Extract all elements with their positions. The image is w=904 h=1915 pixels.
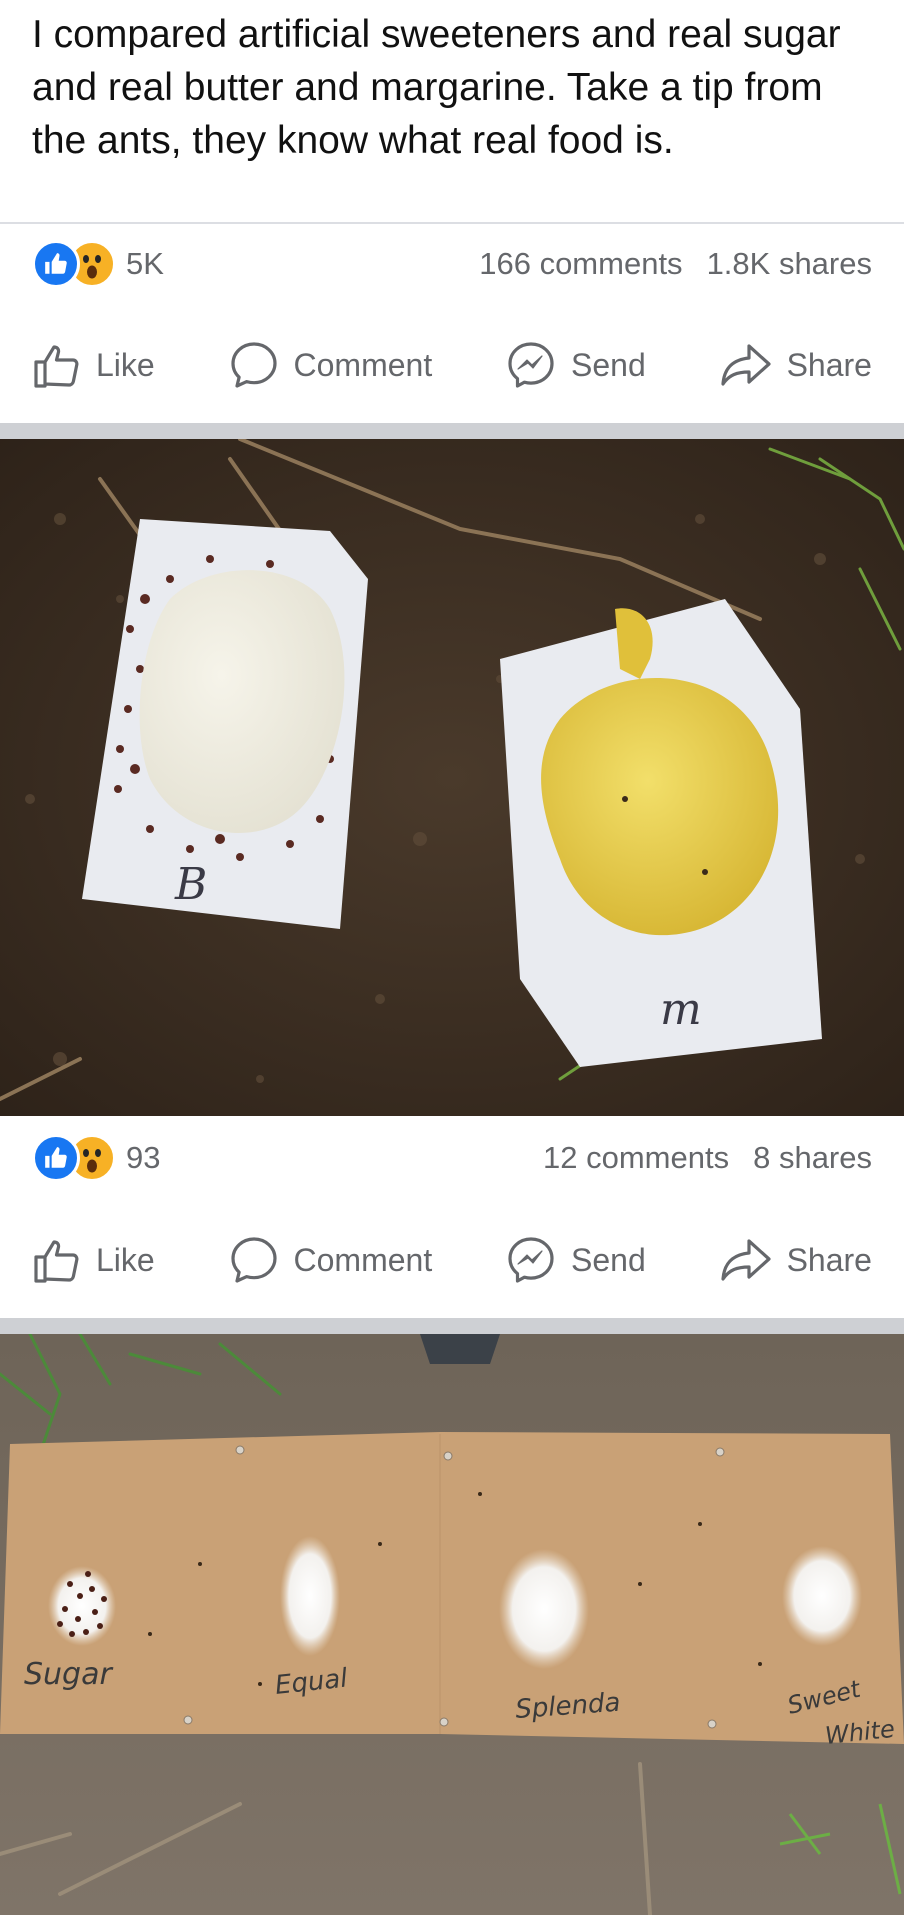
section-separator	[0, 1318, 904, 1334]
like-reaction-icon	[32, 240, 80, 288]
section-separator	[0, 423, 904, 439]
comment-bubble-icon	[230, 342, 277, 388]
send-button[interactable]: Send	[505, 339, 646, 391]
share-button[interactable]: Share	[719, 340, 872, 390]
comment-button[interactable]: Comment	[228, 339, 433, 391]
messenger-icon	[508, 1237, 554, 1283]
shares-count[interactable]: 8 shares	[753, 1140, 872, 1176]
messenger-icon	[508, 342, 554, 388]
post-action-bar: Like Comment Send Share	[0, 325, 904, 405]
send-button[interactable]: Send	[505, 1234, 646, 1286]
like-button[interactable]: Like	[32, 1235, 155, 1285]
photo-butter-margarine[interactable]: B m	[0, 439, 904, 1116]
like-label: Like	[96, 346, 155, 383]
share-button[interactable]: Share	[719, 1235, 872, 1285]
like-reaction-icon	[32, 1134, 80, 1182]
share-label: Share	[786, 1241, 872, 1278]
photo-sweeteners[interactable]: Sugar Equal Splenda Sweet White	[0, 1334, 904, 1915]
paper-label-m: m	[660, 984, 702, 1035]
paper-label-b: B	[174, 859, 207, 910]
photo1-stats: 93 12 comments 8 shares	[0, 1128, 904, 1188]
post-stats: 5K 166 comments 1.8K shares	[0, 234, 904, 294]
reaction-count: 5K	[126, 246, 164, 281]
thumbs-up-icon	[34, 1240, 79, 1283]
photo1-reactions-summary[interactable]: 93	[32, 1128, 160, 1188]
comment-bubble-icon	[230, 1237, 277, 1283]
reaction-count: 93	[126, 1140, 161, 1175]
comment-label: Comment	[293, 346, 433, 383]
thumbs-up-icon	[34, 345, 79, 388]
comments-count[interactable]: 12 comments	[543, 1140, 729, 1176]
comment-label: Comment	[293, 1241, 433, 1278]
send-label: Send	[571, 346, 646, 383]
post-text: I compared artificial sweeteners and rea…	[32, 13, 841, 162]
share-arrow-icon	[720, 1239, 771, 1281]
divider	[0, 222, 904, 224]
like-button[interactable]: Like	[32, 340, 155, 390]
shares-count[interactable]: 1.8K shares	[707, 246, 872, 282]
comments-count[interactable]: 166 comments	[479, 246, 682, 282]
like-label: Like	[96, 1241, 155, 1278]
photo1-action-bar: Like Comment Send Share	[0, 1220, 904, 1300]
reactions-summary[interactable]: 5K	[32, 234, 164, 294]
send-label: Send	[571, 1241, 646, 1278]
share-arrow-icon	[720, 344, 771, 386]
share-label: Share	[786, 346, 872, 383]
label-sugar: Sugar	[24, 1657, 113, 1692]
comment-button[interactable]: Comment	[228, 1234, 433, 1286]
